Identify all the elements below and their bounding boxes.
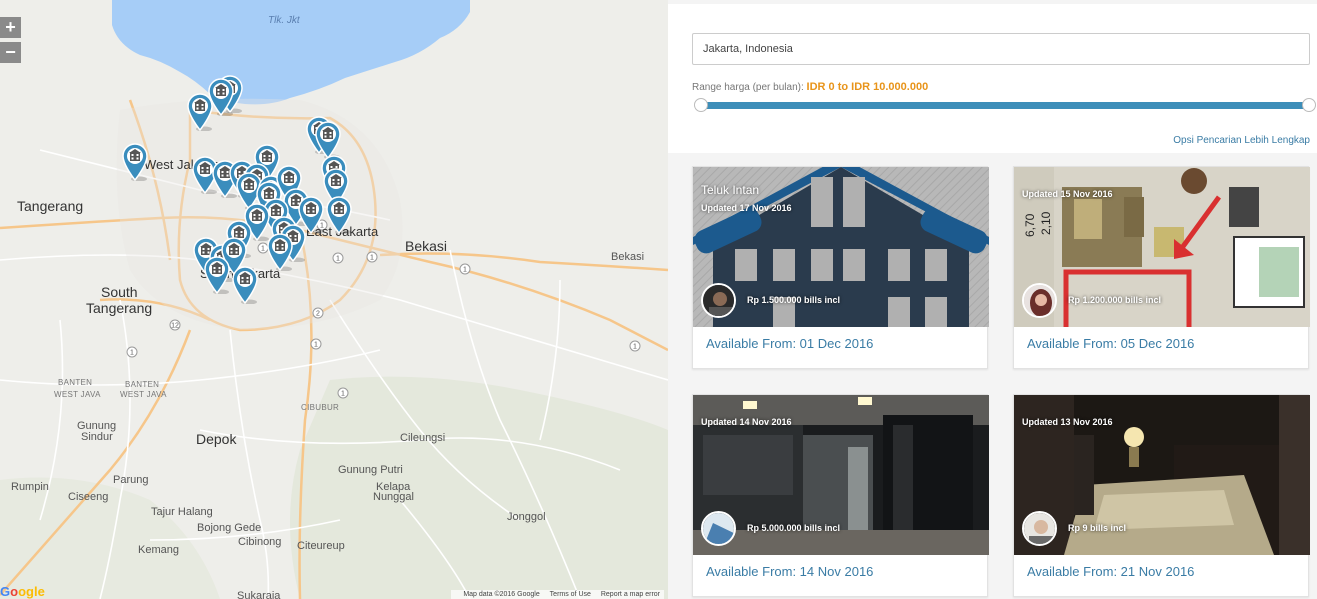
svg-text:1: 1 [130, 350, 134, 357]
price-range-label: Range harga (per bulan): IDR 0 to IDR 10… [692, 81, 928, 93]
map-label: Ciseeng [68, 491, 109, 503]
building-marker-icon[interactable] [122, 143, 148, 181]
results-panel: Range harga (per bulan): IDR 0 to IDR 10… [668, 0, 1317, 599]
svg-text:12: 12 [171, 323, 179, 330]
map-label: Cileungsi [400, 432, 446, 444]
map-label: Bojong Gede [197, 522, 262, 534]
listing-price: Rp 9 bills incl [1068, 523, 1127, 533]
google-logo: Google [0, 584, 45, 599]
map-data-text: Map data ©2016 Google [463, 591, 540, 598]
listing-available-date: Available From: 01 Dec 2016 [706, 336, 874, 351]
map-label: Cibinong [238, 536, 282, 548]
map-label: CIBUBUR [301, 403, 340, 412]
price-min-handle[interactable] [694, 98, 708, 112]
avatar [1022, 511, 1057, 546]
map-label: Sindur [81, 431, 113, 443]
listing-title: Teluk Intan [701, 183, 760, 197]
avatar [701, 511, 736, 546]
svg-text:1: 1 [261, 246, 265, 253]
svg-text:1: 1 [314, 342, 318, 349]
price-max-handle[interactable] [1302, 98, 1316, 112]
svg-text:1: 1 [341, 391, 345, 398]
map-label: BANTEN [125, 380, 160, 389]
building-marker-icon[interactable] [326, 196, 352, 234]
terms-link[interactable]: Terms of Use [550, 591, 591, 598]
map-view[interactable]: 12 1 1 1 2 1 1 1 1 1 1 1 1 1 + − Tlk. Jk… [0, 0, 668, 599]
svg-text:2: 2 [316, 311, 320, 318]
listing-card[interactable]: Updated 13 Nov 2016 Rp 9 bills incl Avai… [1013, 394, 1310, 597]
listing-price: Rp 1.200.000 bills incl [1068, 295, 1162, 305]
listing-card[interactable]: 6,70 2,10 Updated 15 Nov 2016 Rp 1.200.0… [1013, 166, 1310, 369]
avatar [1022, 283, 1057, 318]
more-search-options-link[interactable]: Opsi Pencarian Lebih Lengkap [1173, 135, 1310, 146]
map-label: Bekasi [611, 251, 645, 263]
minus-icon: − [5, 42, 16, 62]
map-label: Citeureup [297, 540, 345, 552]
building-marker-icon[interactable] [267, 233, 293, 271]
map-label: WEST JAVA [120, 390, 167, 399]
price-range-caption: Range harga (per bulan): [692, 82, 807, 93]
building-marker-icon[interactable] [232, 266, 258, 304]
zoom-out-button[interactable]: − [0, 42, 21, 63]
zoom-in-button[interactable]: + [0, 17, 21, 38]
svg-text:1: 1 [633, 344, 637, 351]
listing-card[interactable]: Updated 14 Nov 2016 Rp 5.000.000 bills i… [692, 394, 989, 597]
listing-available-date: Available From: 05 Dec 2016 [1027, 336, 1195, 351]
price-range-slider[interactable] [700, 102, 1310, 109]
map-label: Parung [113, 474, 149, 486]
svg-text:1: 1 [336, 256, 340, 263]
location-input[interactable] [692, 33, 1310, 65]
svg-text:6,70: 6,70 [1023, 213, 1037, 237]
svg-text:2,10: 2,10 [1039, 211, 1053, 235]
avatar [701, 283, 736, 318]
map-label: Tajur Halang [151, 506, 213, 518]
listing-updated: Updated 13 Nov 2016 [1022, 417, 1113, 427]
map-label: BANTEN [58, 378, 93, 387]
listing-available-date: Available From: 14 Nov 2016 [706, 564, 874, 579]
listing-updated: Updated 14 Nov 2016 [701, 417, 792, 427]
search-filters: Range harga (per bulan): IDR 0 to IDR 10… [668, 4, 1317, 153]
listing-card[interactable]: Teluk Intan Updated 17 Nov 2016 Rp 1.500… [692, 166, 989, 369]
map-label: Nunggal [373, 491, 414, 503]
map-label: Kemang [138, 544, 179, 556]
building-marker-icon[interactable] [315, 121, 341, 159]
building-marker-icon[interactable] [204, 256, 230, 294]
building-marker-icon[interactable] [187, 93, 213, 131]
listing-price: Rp 5.000.000 bills incl [747, 523, 841, 533]
map-label: Bekasi [405, 238, 448, 254]
map-label: WEST JAVA [54, 390, 101, 399]
price-range-value: IDR 0 to IDR 10.000.000 [806, 81, 929, 93]
map-label: Rumpin [11, 481, 49, 493]
listing-updated: Updated 15 Nov 2016 [1022, 189, 1113, 199]
map-label: Gunung Putri [338, 464, 403, 476]
map-label: Jonggol [507, 511, 546, 523]
listing-available-date: Available From: 21 Nov 2016 [1027, 564, 1195, 579]
svg-text:1: 1 [463, 267, 467, 274]
map-label: Tlk. Jkt [268, 15, 300, 26]
plus-icon: + [5, 17, 16, 37]
report-error-link[interactable]: Report a map error [601, 591, 660, 598]
listing-updated: Updated 17 Nov 2016 [701, 203, 792, 213]
listing-price: Rp 1.500.000 bills incl [747, 295, 841, 305]
map-label: Tangerang [86, 300, 153, 316]
map-label: Sukaraja [237, 590, 281, 599]
map-label: Tangerang [17, 198, 84, 214]
map-attribution: Map data ©2016 Google Terms of Use Repor… [451, 590, 664, 599]
svg-text:1: 1 [370, 255, 374, 262]
map-label: South [101, 284, 138, 300]
map-label: Depok [196, 431, 237, 447]
